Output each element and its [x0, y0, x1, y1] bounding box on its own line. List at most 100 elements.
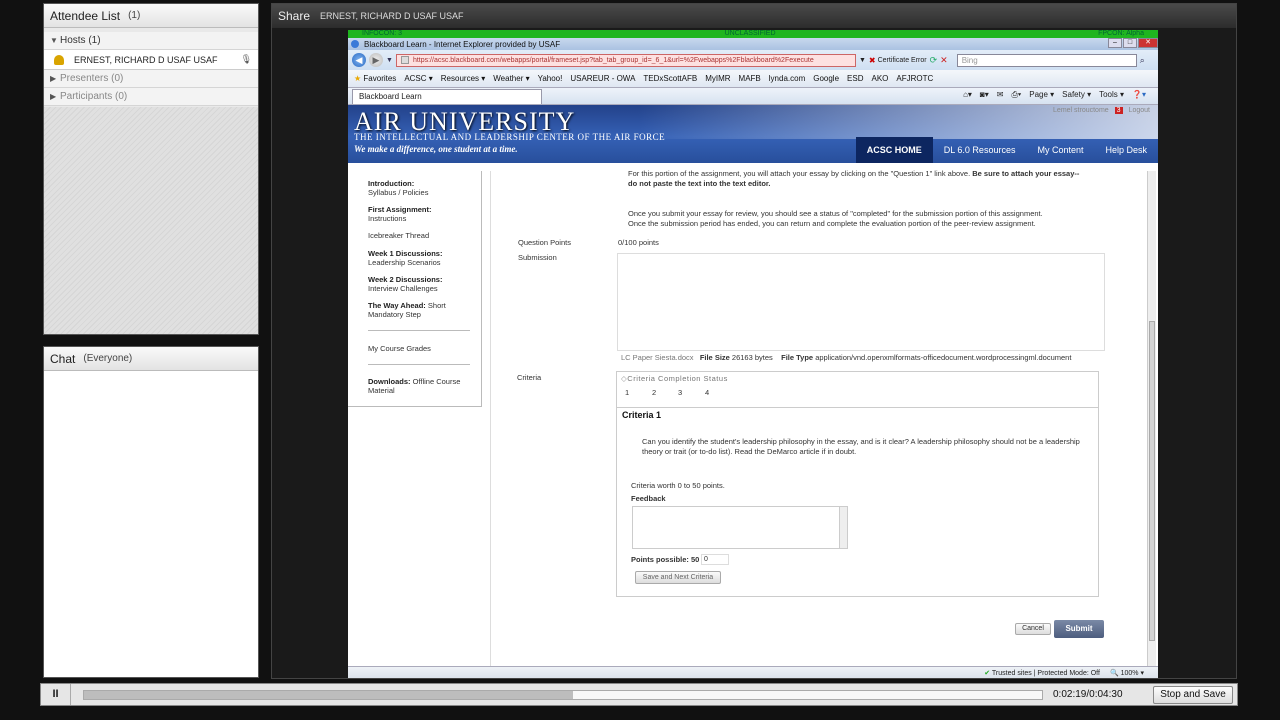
- maximize-button[interactable]: □: [1123, 38, 1137, 48]
- trusted-zone[interactable]: ✔ Trusted sites | Protected Mode: Off: [984, 669, 1100, 677]
- nav-week1[interactable]: Week 1 Discussions: Leadership Scenarios: [368, 249, 442, 267]
- tab-acsc-home[interactable]: ACSC HOME: [855, 137, 933, 163]
- fav-resources[interactable]: Resources ▾: [441, 74, 485, 83]
- fav-google[interactable]: Google: [813, 74, 839, 83]
- submission-box: [617, 253, 1105, 351]
- url-dropdown-icon[interactable]: ▼: [859, 57, 866, 64]
- fav-afjrotc[interactable]: AFJROTC: [896, 74, 933, 83]
- stop-icon[interactable]: ✕: [940, 55, 948, 66]
- criteria-status: ◇Criteria Completion Status 1 2 3 4: [617, 372, 1098, 408]
- fav-mafb[interactable]: MAFB: [739, 74, 761, 83]
- attendee-count: (1): [128, 10, 141, 21]
- nav-grades[interactable]: My Course Grades: [368, 344, 431, 353]
- scrollbar-thumb[interactable]: [1149, 321, 1155, 641]
- hosts-group[interactable]: ▼ Hosts (1): [44, 32, 258, 50]
- attendee-list-title: Attendee List: [50, 8, 121, 23]
- step-4[interactable]: 4: [705, 388, 709, 398]
- chat-pod: Chat (Everyone): [43, 346, 259, 678]
- fav-acsc[interactable]: ACSC ▾: [404, 74, 432, 83]
- cancel-button[interactable]: Cancel: [1015, 623, 1051, 635]
- fav-yahoo[interactable]: Yahoo!: [538, 74, 563, 83]
- url-field[interactable]: https://acsc.blackboard.com/webapps/port…: [395, 53, 856, 67]
- browser-status-bar: ✔ Trusted sites | Protected Mode: Off 🔍 …: [348, 666, 1158, 678]
- window-controls: – □ ✕: [1107, 38, 1158, 48]
- fav-lynda[interactable]: lynda.com: [769, 74, 805, 83]
- checkmark-icon: ✔: [984, 669, 991, 677]
- minimize-button[interactable]: –: [1108, 38, 1122, 48]
- file-type: application/vnd.openxmlformats-officedoc…: [815, 353, 1072, 362]
- history-dropdown-icon[interactable]: ▼: [386, 57, 393, 64]
- file-name[interactable]: LC Paper Siesta.docx: [621, 353, 694, 362]
- home-icon[interactable]: ⌂▾: [963, 90, 972, 100]
- tab-blackboard[interactable]: Blackboard Learn: [352, 88, 542, 104]
- step-2[interactable]: 2: [652, 388, 656, 398]
- participants-group[interactable]: ▶ Participants (0): [44, 88, 258, 106]
- nav-week2[interactable]: Week 2 Discussions: Interview Challenges: [368, 275, 442, 293]
- fav-tedx[interactable]: TEDxScottAFB: [643, 74, 697, 83]
- help-icon[interactable]: ❓▾: [1132, 90, 1146, 100]
- presenters-group[interactable]: ▶ Presenters (0): [44, 70, 258, 88]
- nav-way-ahead[interactable]: The Way Ahead: Short Mandatory Step: [368, 301, 458, 319]
- fpcon-label: FPCON: Alpha: [1098, 30, 1144, 37]
- print-icon[interactable]: ⎙▾: [1011, 90, 1021, 100]
- safety-menu[interactable]: Safety ▾: [1062, 90, 1091, 100]
- fav-weather[interactable]: Weather ▾: [493, 74, 529, 83]
- fav-ako[interactable]: AKO: [871, 74, 888, 83]
- feeds-icon[interactable]: ◙▾: [980, 90, 989, 100]
- user-name[interactable]: Lemel strouctome: [1053, 107, 1109, 114]
- fav-usareur[interactable]: USAREUR - OWA: [570, 74, 635, 83]
- refresh-icon[interactable]: ⟳: [930, 55, 938, 66]
- nav-first-assignment[interactable]: First Assignment: Instructions: [368, 205, 431, 223]
- nav-week2-heading: Week 2 Discussions:: [368, 275, 443, 284]
- playback-progress[interactable]: [83, 690, 1043, 700]
- nav-icebreaker[interactable]: Icebreaker Thread: [368, 231, 429, 240]
- window-title: Blackboard Learn - Internet Explorer pro…: [364, 39, 561, 49]
- certificate-error[interactable]: ✖ Certificate Error: [869, 56, 927, 65]
- attendee-list-pod: Attendee List (1) ▼ Hosts (1) ERNEST, RI…: [43, 3, 259, 335]
- course-menu: Introduction: Syllabus / Policies First A…: [348, 171, 482, 407]
- zone-text: Trusted sites | Protected Mode: Off: [991, 669, 1100, 677]
- share-title: Share: [278, 9, 311, 23]
- instructions-1: For this portion of the assignment, you …: [628, 169, 1088, 189]
- notification-badge[interactable]: 3: [1114, 107, 1123, 114]
- tab-my-content[interactable]: My Content: [1026, 137, 1094, 163]
- search-input[interactable]: Bing: [956, 53, 1137, 67]
- feedback-textarea[interactable]: [632, 506, 848, 549]
- zoom-level[interactable]: 🔍 100% ▾: [1110, 669, 1144, 677]
- points-possible-label: Points possible: 50: [631, 555, 700, 564]
- nav-first-label: Instructions: [368, 214, 407, 223]
- criteria-status-title: ◇Criteria Completion Status: [621, 374, 728, 384]
- nav-introduction[interactable]: Introduction: Syllabus / Policies: [368, 179, 428, 197]
- logout-link[interactable]: Logout: [1129, 107, 1150, 114]
- submit-button[interactable]: Submit: [1054, 620, 1104, 638]
- fav-myimr[interactable]: MyIMR: [705, 74, 730, 83]
- points-input[interactable]: 0: [701, 554, 729, 565]
- step-3[interactable]: 3: [678, 388, 682, 398]
- nav-downloads[interactable]: Downloads: Offline Course Material: [368, 377, 466, 395]
- page-scrollbar[interactable]: [1147, 171, 1156, 666]
- mail-icon[interactable]: ✉: [997, 90, 1004, 100]
- step-1[interactable]: 1: [625, 388, 629, 398]
- chevron-right-icon: ▶: [50, 74, 57, 83]
- air-university-banner: AIR UNIVERSITY THE INTELLECTUAL AND LEAD…: [348, 105, 1158, 163]
- back-button[interactable]: ◀: [352, 53, 366, 67]
- search-placeholder: Bing: [961, 55, 978, 65]
- feedback-label: Feedback: [631, 494, 666, 503]
- forward-button[interactable]: ▶: [369, 53, 383, 67]
- stop-and-save-button[interactable]: Stop and Save: [1153, 686, 1233, 704]
- question-points-label: Question Points: [518, 238, 571, 247]
- favorites-button[interactable]: ★ Favorites: [354, 74, 396, 83]
- pause-button[interactable]: II: [41, 684, 71, 705]
- tab-dl-resources[interactable]: DL 6.0 Resources: [933, 137, 1027, 163]
- host-entry[interactable]: ERNEST, RICHARD D USAF USAF 🎙: [44, 50, 258, 70]
- nav-week2-label: Interview Challenges: [368, 284, 438, 293]
- nav-intro-heading: Introduction:: [368, 179, 415, 188]
- save-next-criteria-button[interactable]: Save and Next Criteria: [635, 571, 721, 584]
- feedback-scrollbar[interactable]: [839, 507, 847, 548]
- tab-help-desk[interactable]: Help Desk: [1094, 137, 1158, 163]
- close-button[interactable]: ✕: [1138, 38, 1158, 48]
- search-icon[interactable]: ⌕: [1140, 55, 1145, 66]
- fav-esd[interactable]: ESD: [847, 74, 863, 83]
- tools-menu[interactable]: Tools ▾: [1099, 90, 1124, 100]
- page-menu[interactable]: Page ▾: [1029, 90, 1054, 100]
